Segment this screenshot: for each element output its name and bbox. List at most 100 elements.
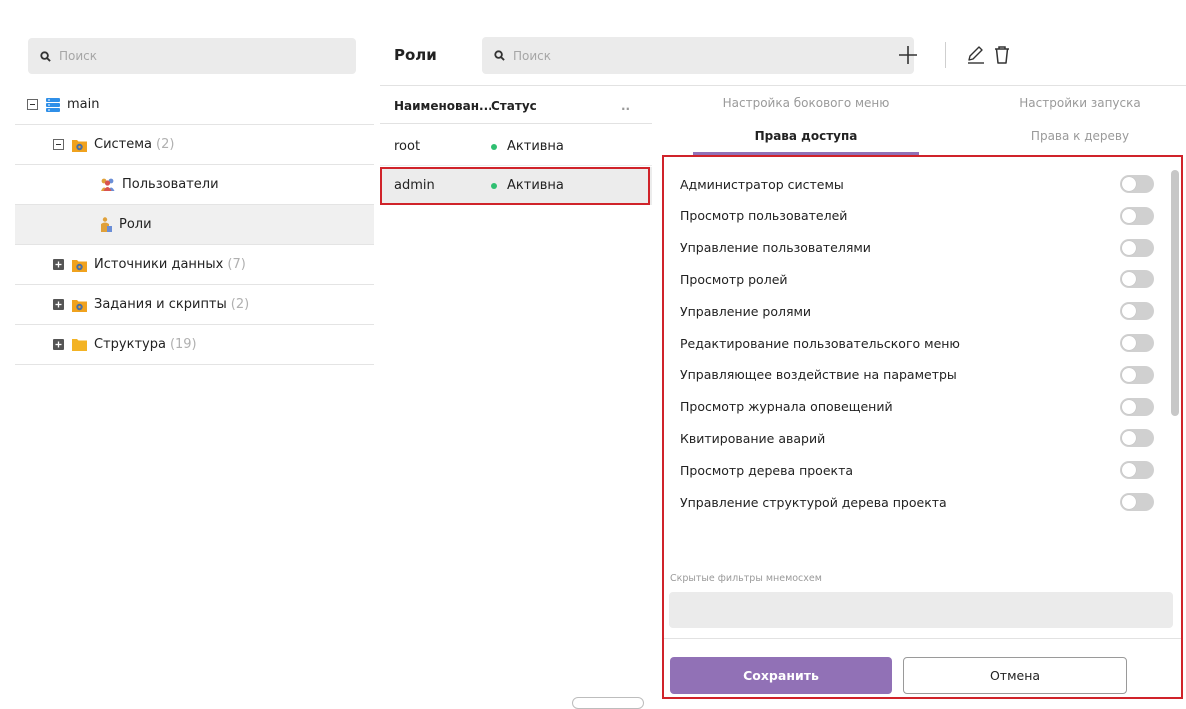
horizontal-scrollbar[interactable] [572,697,644,709]
permission-toggle[interactable] [1120,302,1154,321]
permission-row: Управляющее воздействие на параметры [680,360,1158,390]
tree-item-roles[interactable]: Роли [15,205,374,245]
save-button[interactable]: Сохранить [670,657,892,694]
permission-label: Просмотр пользователей [680,208,848,224]
permission-toggle[interactable] [1120,397,1154,416]
tree-item-label: Структура [94,337,166,352]
permission-row: Просмотр ролей [680,264,1158,294]
permission-label: Просмотр дерева проекта [680,462,854,478]
tree-item-label: Задания и скрипты [94,297,227,312]
permission-toggle[interactable] [1120,493,1154,511]
tab-access-rights[interactable]: Права доступа [693,129,919,143]
permission-toggle[interactable] [1120,175,1154,193]
pencil-icon [968,46,984,64]
tree-item-main[interactable]: main [15,85,374,125]
search-icon [40,50,51,62]
permission-row: Просмотр пользователей [680,201,1158,231]
roles-search-placeholder: Поиск [513,48,552,63]
permission-toggle[interactable] [1120,461,1154,480]
trash-icon [995,46,1009,64]
permission-toggle[interactable] [1120,429,1154,448]
role-icon [100,217,112,232]
tab-tree-rights[interactable]: Права к дереву [985,129,1175,143]
folder-gear-icon [72,258,87,272]
tree-item-label: Роли [119,217,152,232]
status-dot-icon [491,143,497,150]
column-header-name[interactable]: Наименован... [380,99,491,113]
search-icon [494,50,505,61]
role-name: root [394,139,421,154]
permission-toggle[interactable] [1120,206,1154,225]
plus-icon [899,46,917,64]
tab-side-menu-settings[interactable]: Настройка бокового меню [680,96,932,110]
permission-row: Управление пользователями [680,233,1158,263]
tree-item-structure[interactable]: Структура (19) [15,325,374,365]
cancel-button[interactable]: Отмена [903,657,1127,694]
hidden-filters-input[interactable] [669,592,1173,628]
column-header-status[interactable]: Статус [491,99,621,113]
permission-label: Управление структурой дерева проекта [680,494,947,510]
permission-label: Управление пользователями [680,240,871,256]
collapse-icon[interactable] [27,99,38,110]
tree-item-count: (2) [156,137,175,152]
status-label: Активна [507,178,564,193]
permission-toggle[interactable] [1120,365,1154,384]
permission-label: Администратор системы [680,176,844,192]
permission-toggle[interactable] [1120,238,1154,257]
folder-gear-icon [72,298,87,312]
page-title: Роли [394,46,437,64]
tree-item-count: (2) [230,297,250,312]
tree-item-count: (19) [169,337,197,352]
permission-label: Квитирование аварий [680,430,826,446]
permission-label: Управление ролями [680,303,812,319]
permission-row: Управление ролями [680,296,1158,326]
expand-icon[interactable] [53,259,64,270]
role-name: admin [394,178,435,193]
hidden-filters-label: Скрытые фильтры мнемосхем [670,573,822,584]
role-status: Активна [491,139,621,154]
add-role-button[interactable] [890,37,926,73]
tree-item-data-sources[interactable]: Источники данных (7) [15,245,374,285]
status-label: Активна [507,139,564,154]
tree-item-system[interactable]: Система (2) [15,125,374,165]
permission-label: Просмотр журнала оповещений [680,399,893,415]
permission-row: Просмотр дерева проекта [680,455,1158,485]
footer-divider [664,638,1182,639]
delete-role-button[interactable] [984,37,1020,73]
expand-icon[interactable] [53,339,64,350]
database-icon [46,97,60,112]
permission-row: Просмотр журнала оповещений [680,392,1158,422]
tree-item-label: Пользователи [122,177,219,192]
tree-item-label: Система [94,137,153,152]
status-dot-icon [491,182,497,189]
vertical-scrollbar[interactable] [1171,170,1179,416]
roles-search-input[interactable]: Поиск [482,37,914,74]
toolbar-divider [945,42,946,68]
tree-item-label: main [67,97,100,112]
permission-label: Управляющее воздействие на параметры [680,367,957,383]
folder-gear-icon [72,138,87,152]
permission-toggle[interactable] [1120,334,1154,352]
permission-toggle[interactable] [1120,270,1154,289]
permission-row: Администратор системы [680,169,1158,199]
permission-row: Управление структурой дерева проекта [680,487,1158,517]
tree-search-input[interactable]: Поиск [28,38,356,74]
collapse-icon[interactable] [53,139,64,150]
roles-table-header: Наименован... Статус .. [380,88,652,124]
tree-item-jobs-scripts[interactable]: Задания и скрипты (2) [15,285,374,325]
expand-icon[interactable] [53,299,64,310]
permission-row: Редактирование пользовательского меню [680,328,1158,358]
tree-item-users[interactable]: Пользователи [15,165,374,205]
permission-label: Просмотр ролей [680,271,788,287]
permission-row: Квитирование аварий [680,423,1158,453]
roles-header: Роли Поиск [380,28,1186,86]
tab-launch-settings[interactable]: Настройки запуска [985,96,1175,110]
folder-icon [72,338,87,351]
tree-search-placeholder: Поиск [59,49,98,63]
active-tab-indicator [693,152,919,155]
tree-item-label: Источники данных [94,257,224,272]
users-icon [100,178,115,191]
column-more-icon[interactable]: .. [621,99,630,113]
table-row[interactable]: admin Активна [380,167,652,205]
table-row[interactable]: root Активна [380,128,652,166]
